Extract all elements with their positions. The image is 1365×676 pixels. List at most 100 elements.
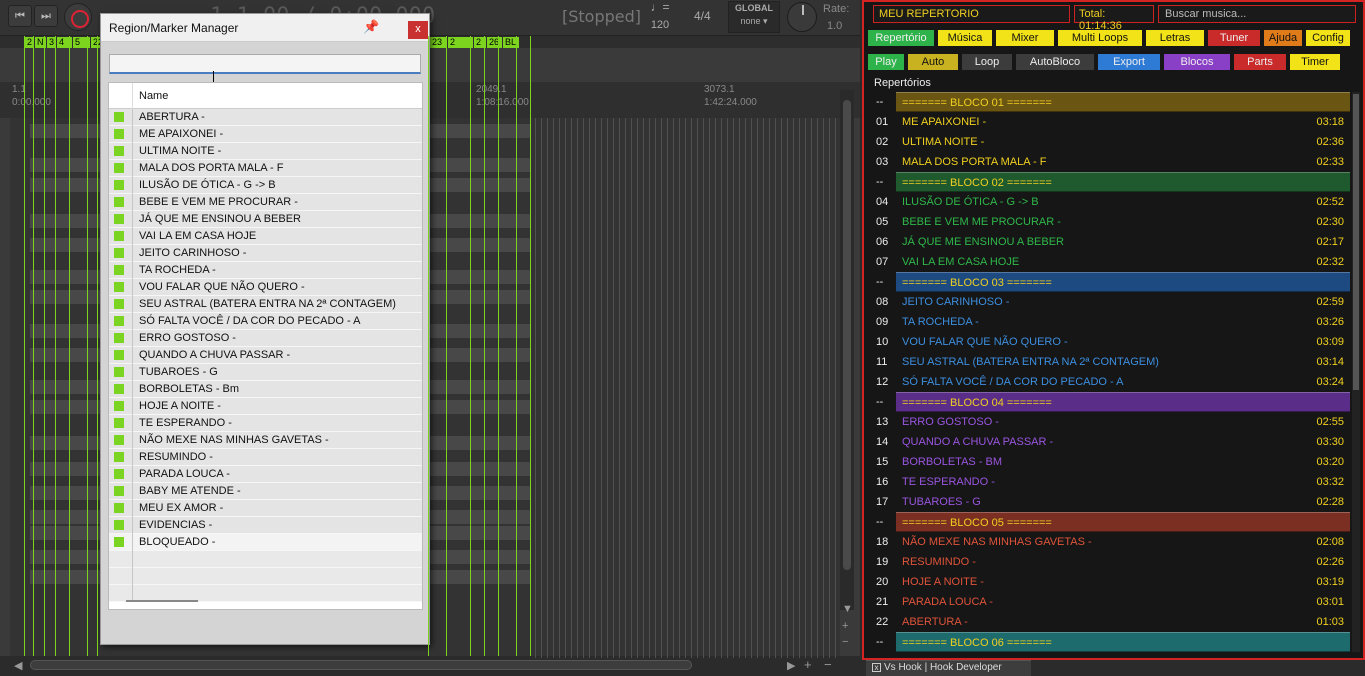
repertoire-name-field[interactable]: MEU REPERTORIO (873, 5, 1070, 23)
button-mixer[interactable]: Mixer (996, 30, 1054, 46)
pin-icon[interactable]: 📌 (363, 19, 379, 35)
song-row[interactable]: 09 TA ROCHEDA - 03:26 (866, 312, 1350, 332)
global-automation-box[interactable]: GLOBAL none ▾ (728, 1, 780, 33)
region-row[interactable]: ILUSÃO DE ÓTICA - G -> B (109, 177, 422, 194)
button-repert-rio[interactable]: Repertório (868, 30, 934, 46)
song-row[interactable]: 05 BEBE E VEM ME PROCURAR - 02:30 (866, 212, 1350, 232)
record-button[interactable] (64, 3, 92, 31)
region-row[interactable]: BORBOLETAS - Bm (109, 381, 422, 398)
region-row[interactable]: ULTIMA NOITE - (109, 143, 422, 160)
region-row[interactable]: BABY ME ATENDE - (109, 483, 422, 500)
song-row[interactable]: 01 ME APAIXONEI - 03:18 (866, 112, 1350, 132)
column-header-name[interactable]: Name (139, 90, 168, 102)
song-row[interactable]: 11 SEU ASTRAL (BATERA ENTRA NA 2ª CONTAGE… (866, 352, 1350, 372)
zoom-out-icon[interactable]: − (842, 636, 848, 648)
horizontal-zoom-out-icon[interactable]: − (824, 657, 832, 672)
repertoire-list[interactable]: -- ======= BLOCO 01 ======= 01 ME APAIXONEI… (866, 92, 1350, 652)
tempo-display[interactable]: ♩= 120 (640, 1, 680, 35)
region-row[interactable]: NÃO MEXE NAS MINHAS GAVETAS - (109, 432, 422, 449)
button-letras[interactable]: Letras (1146, 30, 1204, 46)
music-search-input[interactable]: Buscar musica... (1158, 5, 1356, 23)
horizontal-zoom-in-icon[interactable]: + (804, 657, 812, 672)
button-timer[interactable]: Timer (1290, 54, 1340, 70)
region-row[interactable]: HOJE A NOITE - (109, 398, 422, 415)
block-header-row[interactable]: -- ======= BLOCO 01 ======= (866, 92, 1350, 112)
region-row[interactable]: BEBE E VEM ME PROCURAR - (109, 194, 422, 211)
rate-display[interactable]: Rate: 1.0 (823, 3, 849, 32)
region-row[interactable]: MEU EX AMOR - (109, 500, 422, 517)
playrate-knob[interactable] (787, 2, 817, 32)
region-row[interactable]: TA ROCHEDA - (109, 262, 422, 279)
song-row[interactable]: 12 SÓ FALTA VOCÊ / DA COR DO PECADO - A 03… (866, 372, 1350, 392)
button-multi-loops[interactable]: Multi Loops (1058, 30, 1142, 46)
dialog-title[interactable]: Region/Marker Manager (101, 14, 429, 42)
region-row[interactable]: EVIDENCIAS - (109, 517, 422, 534)
region-row[interactable]: MALA DOS PORTA MALA - F (109, 160, 422, 177)
song-row[interactable]: 10 VOU FALAR QUE NÃO QUERO - 03:09 (866, 332, 1350, 352)
scroll-right-icon[interactable]: ▶ (787, 659, 795, 672)
song-row[interactable]: 22 ABERTURA - 01:03 (866, 612, 1350, 632)
region-row[interactable]: RESUMINDO - (109, 449, 422, 466)
marker-10[interactable]: 26 (487, 37, 502, 48)
block-header-row[interactable]: -- ======= BLOCO 02 ======= (866, 172, 1350, 192)
song-row[interactable]: 18 NÃO MEXE NAS MINHAS GAVETAS - 02:08 (866, 532, 1350, 552)
button-export[interactable]: Export (1098, 54, 1160, 70)
block-header-row[interactable]: -- ======= BLOCO 04 ======= (866, 392, 1350, 412)
marker-7[interactable]: 23 (430, 37, 447, 48)
region-row[interactable]: QUANDO A CHUVA PASSAR - (109, 347, 422, 364)
button-ajuda[interactable]: Ajuda (1264, 30, 1302, 46)
close-tab-icon[interactable]: x (872, 663, 881, 672)
button-config[interactable]: Config (1306, 30, 1350, 46)
button-parts[interactable]: Parts (1234, 54, 1286, 70)
song-row[interactable]: 13 ERRO GOSTOSO - 02:55 (866, 412, 1350, 432)
time-signature[interactable]: 4/4 (694, 9, 711, 23)
region-row[interactable]: BLOQUEADO - (109, 534, 422, 551)
button-blocos[interactable]: Blocos (1164, 54, 1230, 70)
song-row[interactable]: 06 JÁ QUE ME ENSINOU A BEBER 02:17 (866, 232, 1350, 252)
region-list[interactable]: Name ABERTURA - ME APAIXONEI - ULTIMA NOIT… (108, 82, 423, 610)
region-row[interactable]: ERRO GOSTOSO - (109, 330, 422, 347)
region-row[interactable]: SÓ FALTA VOCÊ / DA COR DO PECADO - A (109, 313, 422, 330)
list-horizontal-scrollbar[interactable] (126, 600, 198, 602)
button-tuner[interactable]: Tuner (1208, 30, 1260, 46)
region-row[interactable]: JÁ QUE ME ENSINOU A BEBER (109, 211, 422, 228)
region-row[interactable]: ABERTURA - (109, 109, 422, 126)
block-header-row[interactable]: -- ======= BLOCO 05 ======= (866, 512, 1350, 532)
button-auto[interactable]: Auto (908, 54, 958, 70)
song-row[interactable]: 17 TUBAROES - G 02:28 (866, 492, 1350, 512)
song-row[interactable]: 21 PARADA LOUCA - 03:01 (866, 592, 1350, 612)
song-row[interactable]: 16 TE ESPERANDO - 03:32 (866, 472, 1350, 492)
button-loop[interactable]: Loop (962, 54, 1012, 70)
filter-input[interactable] (109, 54, 421, 74)
region-row[interactable]: TUBAROES - G (109, 364, 422, 381)
repertoire-scroll-thumb[interactable] (1353, 94, 1359, 390)
arrange-vertical-scroll-thumb[interactable] (843, 100, 851, 570)
scroll-down-icon[interactable]: ▼ (842, 603, 853, 615)
go-to-end-button[interactable]: ⏭ (34, 5, 58, 27)
close-button[interactable]: x (408, 21, 428, 39)
song-row[interactable]: 15 BORBOLETAS - BM 03:20 (866, 452, 1350, 472)
region-row[interactable]: PARADA LOUCA - (109, 466, 422, 483)
button-autobloco[interactable]: AutoBloco (1016, 54, 1094, 70)
scroll-left-icon[interactable]: ◀ (14, 659, 22, 672)
block-header-row[interactable]: -- ======= BLOCO 03 ======= (866, 272, 1350, 292)
region-row[interactable]: VOU FALAR QUE NÃO QUERO - (109, 279, 422, 296)
song-row[interactable]: 19 RESUMINDO - 02:26 (866, 552, 1350, 572)
button-m-sica[interactable]: Música (938, 30, 992, 46)
song-row[interactable]: 04 ILUSÃO DE ÓTICA - G -> B 02:52 (866, 192, 1350, 212)
song-row[interactable]: 03 MALA DOS PORTA MALA - F 02:33 (866, 152, 1350, 172)
button-play[interactable]: Play (868, 54, 904, 70)
song-row[interactable]: 14 QUANDO A CHUVA PASSAR - 03:30 (866, 432, 1350, 452)
song-row[interactable]: 08 JEITO CARINHOSO - 02:59 (866, 292, 1350, 312)
region-row[interactable]: VAI LA EM CASA HOJE (109, 228, 422, 245)
song-row[interactable]: 20 HOJE A NOITE - 03:19 (866, 572, 1350, 592)
region-row[interactable]: SEU ASTRAL (BATERA ENTRA NA 2ª CONTAGEM) (109, 296, 422, 313)
song-row[interactable]: 02 ULTIMA NOITE - 02:36 (866, 132, 1350, 152)
region-row[interactable]: ME APAIXONEI - (109, 126, 422, 143)
song-row[interactable]: 07 VAI LA EM CASA HOJE 02:32 (866, 252, 1350, 272)
block-header-row[interactable]: -- ======= BLOCO 06 ======= (866, 632, 1350, 652)
arrange-horizontal-scroll-thumb[interactable] (30, 660, 692, 670)
region-row[interactable]: JEITO CARINHOSO - (109, 245, 422, 262)
region-row[interactable]: TE ESPERANDO - (109, 415, 422, 432)
docker-tab-vs-hook[interactable]: x Vs Hook | Hook Developer (866, 660, 1031, 676)
